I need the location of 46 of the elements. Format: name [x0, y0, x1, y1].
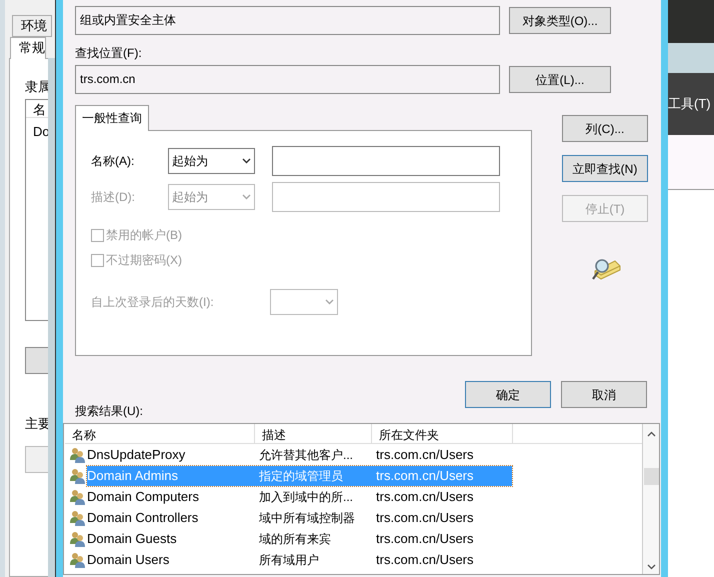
tab[interactable]: 常规 — [10, 37, 46, 59]
match-dropdown[interactable]: 起始为 — [168, 148, 255, 174]
chevron-down-icon — [242, 194, 251, 200]
text-field[interactable] — [272, 182, 500, 212]
group-icon — [69, 446, 86, 462]
checkbox-label: 不过期密码(X) — [106, 252, 182, 269]
field-label: 自上次登录后的天数(I): — [91, 294, 215, 310]
result-row[interactable]: Domain Controllers 域中所有域控制器 trs.com.cn/Users — [87, 508, 512, 528]
ok-button[interactable]: 确定 — [465, 381, 551, 408]
group-icon — [69, 530, 86, 546]
field-label: 名称(A): — [91, 153, 136, 170]
group-icon — [69, 488, 86, 504]
object-type-field[interactable]: 组或内置安全主体 — [75, 6, 500, 35]
cancel-button[interactable]: 取消 — [561, 381, 647, 408]
scroll-up-icon — [646, 431, 656, 437]
title-bar — [668, 0, 714, 43]
column-header[interactable]: 所在文件夹 — [372, 424, 513, 443]
checkbox-label: 禁用的帐户(B) — [106, 227, 182, 244]
column-header[interactable]: 名称 — [65, 424, 255, 443]
result-row[interactable]: Domain Computers 加入到域中的所... trs.com.cn/Users — [87, 486, 512, 506]
scrollbar-thumb[interactable] — [644, 468, 658, 485]
action-button[interactable]: 立即查找(N) — [562, 155, 648, 182]
group-icon — [69, 468, 86, 484]
tab[interactable]: 一般性查询 — [75, 105, 149, 131]
scroll-down-icon — [646, 564, 656, 570]
toolbar — [668, 43, 714, 73]
field-label: 查找位置(F): — [75, 45, 142, 60]
object-types-button[interactable]: 对象类型(O)... — [509, 7, 611, 34]
menu-item[interactable]: 工具(T) — [668, 94, 711, 114]
tab[interactable]: 环境 — [12, 15, 52, 37]
text-field[interactable] — [272, 146, 500, 176]
action-button[interactable]: 列(C)... — [562, 115, 648, 142]
chevron-down-icon — [325, 298, 334, 304]
chevron-down-icon — [242, 158, 251, 164]
result-row[interactable]: Domain Users 所有域用户 trs.com.cn/Users — [87, 550, 512, 570]
result-row[interactable]: Domain Guests 域的所有来宾 trs.com.cn/Users — [87, 528, 512, 548]
scrollbar[interactable] — [642, 424, 659, 574]
search-icon — [589, 257, 621, 281]
field-label: 描述(D): — [91, 189, 136, 206]
locations-button[interactable]: 位置(L)... — [509, 66, 611, 93]
field-label: 搜索结果(U): — [75, 403, 143, 418]
group-icon — [69, 552, 86, 568]
result-row[interactable]: DnsUpdateProxy 允许替其他客户... trs.com.cn/Users — [87, 444, 512, 464]
column-header[interactable]: 描述 — [255, 424, 372, 443]
location-field[interactable]: trs.com.cn — [75, 65, 500, 94]
group-icon — [69, 510, 86, 526]
